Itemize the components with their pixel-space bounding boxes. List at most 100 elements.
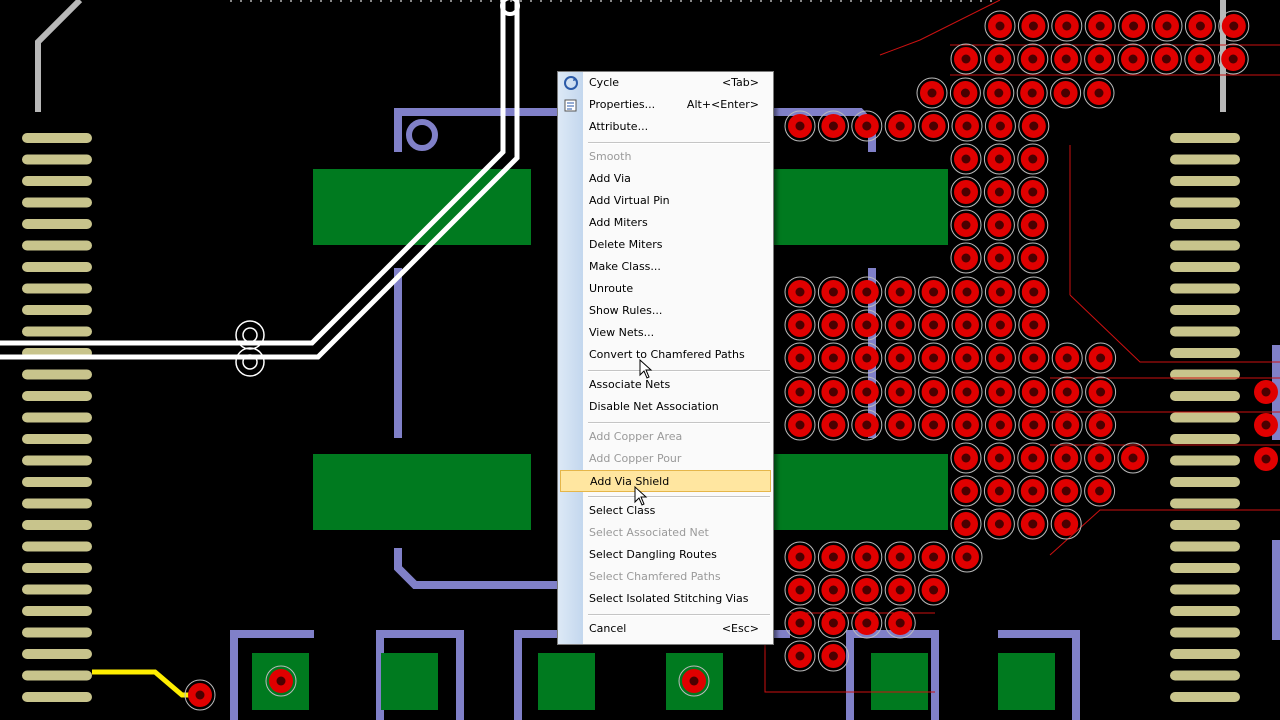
via-drill [862, 287, 872, 297]
smd-pin [22, 649, 92, 659]
smd-pin [22, 627, 92, 638]
via-drill [929, 387, 939, 397]
via-drill [1195, 54, 1205, 64]
menu-item-label: Show Rules... [589, 304, 663, 317]
via-drill [1028, 220, 1038, 230]
via-drill [961, 154, 971, 164]
via-drill [994, 54, 1004, 64]
via-drill [994, 154, 1004, 164]
menu-item-label: Add Via Shield [590, 475, 670, 488]
menu-item-add-miters[interactable]: Add Miters [559, 212, 771, 234]
via-drill [995, 420, 1005, 430]
via-drill [795, 387, 805, 397]
menu-item-convert-chamfered[interactable]: Convert to Chamfered Paths [559, 344, 771, 366]
smd-pin [22, 455, 92, 466]
via-drill [828, 420, 838, 430]
via-drill [1062, 387, 1072, 397]
via-drill [995, 21, 1005, 31]
menu-item-attribute[interactable]: Attribute... [559, 116, 771, 138]
menu-item-view-nets[interactable]: View Nets... [559, 322, 771, 344]
via-drill [927, 88, 937, 98]
menu-item-add-copper-pour: Add Copper Pour [559, 448, 771, 470]
menu-item-add-via[interactable]: Add Via [559, 168, 771, 190]
menu-item-label: Add Via [589, 172, 631, 185]
via-drill [994, 453, 1004, 463]
via-drill [1261, 387, 1271, 397]
smd-pin [1170, 627, 1240, 638]
menu-item-label: Convert to Chamfered Paths [589, 348, 745, 361]
via-drill [1029, 353, 1039, 363]
smd-pin [22, 477, 92, 487]
via-drill [1062, 420, 1072, 430]
via-drill [1128, 54, 1138, 64]
via-drill [961, 253, 971, 263]
menu-item-select-isolated-stitching-vias[interactable]: Select Isolated Stitching Vias [559, 588, 771, 610]
smd-pin [1170, 262, 1240, 272]
smd-pin [1170, 176, 1240, 186]
menu-item-add-via-shield[interactable]: Add Via Shield [560, 470, 771, 492]
via-drill [1027, 88, 1037, 98]
menu-item-cancel[interactable]: Cancel <Esc> [559, 618, 771, 640]
menu-item-select-class[interactable]: Select Class [559, 500, 771, 522]
menu-item-cycle[interactable]: Cycle <Tab> [559, 72, 771, 94]
menu-item-delete-miters[interactable]: Delete Miters [559, 234, 771, 256]
smd-pin [1170, 498, 1240, 509]
smd-pin [1170, 584, 1240, 595]
menu-item-properties[interactable]: Properties... Alt+<Enter> [559, 94, 771, 116]
smd-pin [22, 692, 92, 702]
via-drill [962, 420, 972, 430]
via-drill [961, 519, 971, 529]
smd-pin [1170, 326, 1240, 337]
menu-item-associate-nets[interactable]: Associate Nets [559, 374, 771, 396]
via-drill [1096, 387, 1106, 397]
via-drill [862, 420, 872, 430]
smd-pin [22, 283, 92, 294]
menu-item-show-rules[interactable]: Show Rules... [559, 300, 771, 322]
smd-pin [22, 412, 92, 423]
smd-pin [22, 240, 92, 251]
smd-pin [1170, 240, 1240, 251]
via-drill [1028, 253, 1038, 263]
smd-pin [1170, 520, 1240, 530]
via-drill [1096, 420, 1106, 430]
smd-pin [1170, 670, 1240, 681]
smd-pin [22, 434, 92, 444]
menu-item-disable-net-association[interactable]: Disable Net Association [559, 396, 771, 418]
menu-item-label: Smooth [589, 150, 632, 163]
menu-separator [588, 422, 770, 424]
smd-pin [1170, 563, 1240, 573]
properties-icon [564, 99, 577, 112]
smd-pin [1170, 305, 1240, 315]
via-drill [895, 420, 905, 430]
smd-pin [22, 498, 92, 509]
via-drill [1029, 320, 1039, 330]
via-drill [1028, 519, 1038, 529]
menu-item-add-copper-area: Add Copper Area [559, 426, 771, 448]
via-drill [962, 552, 972, 562]
menu-item-label: Associate Nets [589, 378, 671, 391]
menu-item-make-class[interactable]: Make Class... [559, 256, 771, 278]
via-drill [1096, 353, 1106, 363]
via-drill [1029, 387, 1039, 397]
via-drill [1228, 54, 1238, 64]
via-drill [995, 320, 1005, 330]
menu-item-label: Select Isolated Stitching Vias [589, 592, 749, 605]
via-drill [828, 320, 838, 330]
menu-item-add-virtual-pin[interactable]: Add Virtual Pin [559, 190, 771, 212]
via-drill [962, 287, 972, 297]
via-drill [961, 187, 971, 197]
via-drill [962, 387, 972, 397]
smd-pin [22, 176, 92, 186]
smd-pin [1170, 133, 1240, 143]
via-drill [862, 353, 872, 363]
smd-pin [22, 584, 92, 595]
via-drill [795, 420, 805, 430]
menu-item-unroute[interactable]: Unroute [559, 278, 771, 300]
via-drill [929, 552, 939, 562]
via-drill [862, 320, 872, 330]
menu-item-label: Attribute... [589, 120, 649, 133]
via-drill [689, 676, 699, 686]
via-drill [895, 552, 905, 562]
smd-pin [22, 541, 92, 552]
menu-item-select-dangling-routes[interactable]: Select Dangling Routes [559, 544, 771, 566]
